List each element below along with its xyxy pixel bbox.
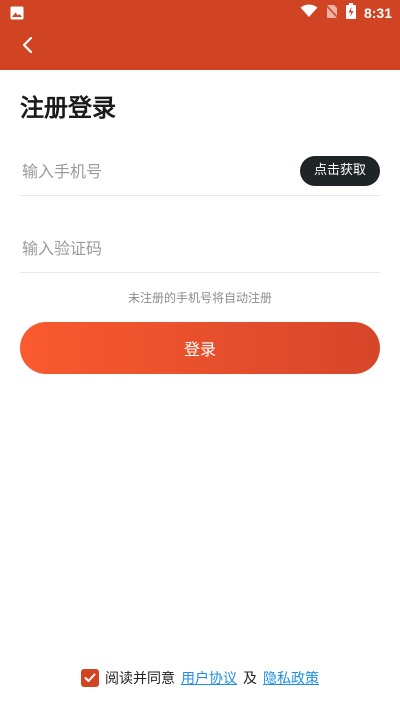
login-button[interactable]: 登录 bbox=[20, 322, 380, 374]
phone-field: 点击获取 bbox=[20, 151, 380, 196]
agreement-prefix: 阅读并同意 bbox=[105, 671, 175, 687]
status-icons: 8:31 bbox=[300, 3, 392, 22]
get-code-button[interactable]: 点击获取 bbox=[299, 156, 380, 186]
checkmark-icon bbox=[84, 673, 96, 682]
status-time: 8:31 bbox=[363, 4, 392, 21]
user-agreement-link[interactable]: 用户协议 bbox=[181, 668, 237, 688]
privacy-policy-link[interactable]: 隐私政策 bbox=[263, 668, 319, 688]
code-field bbox=[20, 228, 380, 273]
battery-charging-icon bbox=[345, 3, 356, 22]
agreement-and: 及 bbox=[243, 671, 257, 687]
app-bar bbox=[0, 24, 400, 70]
auto-register-hint: 未注册的手机号将自动注册 bbox=[127, 291, 272, 305]
chevron-left-icon bbox=[21, 36, 33, 58]
page-title: 注册登录 bbox=[20, 94, 116, 122]
back-button[interactable] bbox=[12, 34, 42, 60]
wifi-icon bbox=[300, 4, 318, 21]
phone-input[interactable] bbox=[20, 151, 272, 191]
image-notification-icon bbox=[10, 5, 24, 24]
verification-code-input[interactable] bbox=[20, 228, 272, 268]
status-bar: 8:31 bbox=[0, 0, 400, 24]
agreement-row: 阅读并同意 用户协议 及 隐私政策 bbox=[0, 668, 400, 688]
agreement-checkbox[interactable] bbox=[81, 669, 99, 687]
no-sim-icon bbox=[325, 3, 339, 22]
